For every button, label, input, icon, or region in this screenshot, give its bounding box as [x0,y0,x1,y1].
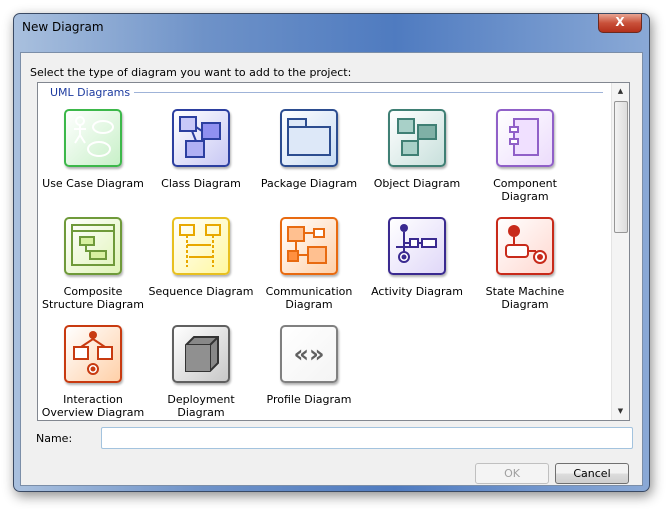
diagram-item-label: Activity Diagram [371,285,463,298]
group-header: UML Diagrams [50,86,131,99]
activity-icon [388,217,446,275]
diagram-item-package[interactable]: Package Diagram [255,109,363,190]
diagram-item-label: Use Case Diagram [42,177,144,190]
diagram-item-communication[interactable]: Communication Diagram [255,217,363,311]
scroll-up-arrow-icon[interactable]: ▲ [612,83,629,100]
diagram-item-label: Class Diagram [161,177,241,190]
svg-text:«»: «» [293,340,324,368]
group-divider [134,92,603,93]
cancel-button[interactable]: Cancel [555,463,629,484]
object-icon [388,109,446,167]
diagram-item-label: Package Diagram [260,177,358,190]
interaction-overview-icon [64,325,122,383]
composite-structure-icon [64,217,122,275]
diagram-item-composite-structure[interactable]: Composite Structure Diagram [39,217,147,311]
diagram-item-label: Communication Diagram [265,285,353,311]
component-icon [496,109,554,167]
diagram-item-deployment[interactable]: Deployment Diagram [147,325,255,419]
profile-icon: «» [280,325,338,383]
scrollbar-thumb[interactable] [614,101,628,233]
diagram-item-state-machine[interactable]: State Machine Diagram [471,217,579,311]
diagram-item-object[interactable]: Object Diagram [363,109,471,190]
diagram-item-label: Composite Structure Diagram [42,285,144,311]
close-button[interactable]: X [598,14,642,33]
diagram-item-label: Object Diagram [373,177,461,190]
use-case-icon [64,109,122,167]
diagram-item-label: Sequence Diagram [148,285,254,298]
ok-button[interactable]: OK [475,463,549,484]
vertical-scrollbar[interactable]: ▲ ▼ [611,83,629,420]
diagram-item-use-case[interactable]: Use Case Diagram [39,109,147,190]
diagram-item-label: State Machine Diagram [485,285,565,311]
diagram-item-activity[interactable]: Activity Diagram [363,217,471,298]
new-diagram-dialog: New Diagram X Select the type of diagram… [13,13,650,492]
diagram-item-profile[interactable]: «» Profile Diagram [255,325,363,406]
communication-icon [280,217,338,275]
diagram-item-interaction-overview[interactable]: Interaction Overview Diagram [39,325,147,419]
scroll-down-arrow-icon[interactable]: ▼ [612,403,629,420]
diagram-item-sequence[interactable]: Sequence Diagram [147,217,255,298]
prompt-text: Select the type of diagram you want to a… [30,66,352,79]
package-icon [280,109,338,167]
dialog-body: Select the type of diagram you want to a… [20,52,643,486]
class-icon [172,109,230,167]
diagram-item-component[interactable]: Component Diagram [471,109,579,203]
window-title: New Diagram [22,20,104,34]
deployment-icon [172,325,230,383]
name-input[interactable] [101,427,633,449]
diagram-item-label: Component Diagram [493,177,557,203]
diagram-item-label: Profile Diagram [266,393,352,406]
diagram-type-list[interactable]: UML Diagrams Use Case Diagram Class Diagr… [37,82,630,421]
state-machine-icon [496,217,554,275]
sequence-icon [172,217,230,275]
diagram-item-label: Deployment Diagram [167,393,235,419]
name-label: Name: [36,432,73,445]
diagram-item-label: Interaction Overview Diagram [41,393,145,419]
diagram-item-class[interactable]: Class Diagram [147,109,255,190]
